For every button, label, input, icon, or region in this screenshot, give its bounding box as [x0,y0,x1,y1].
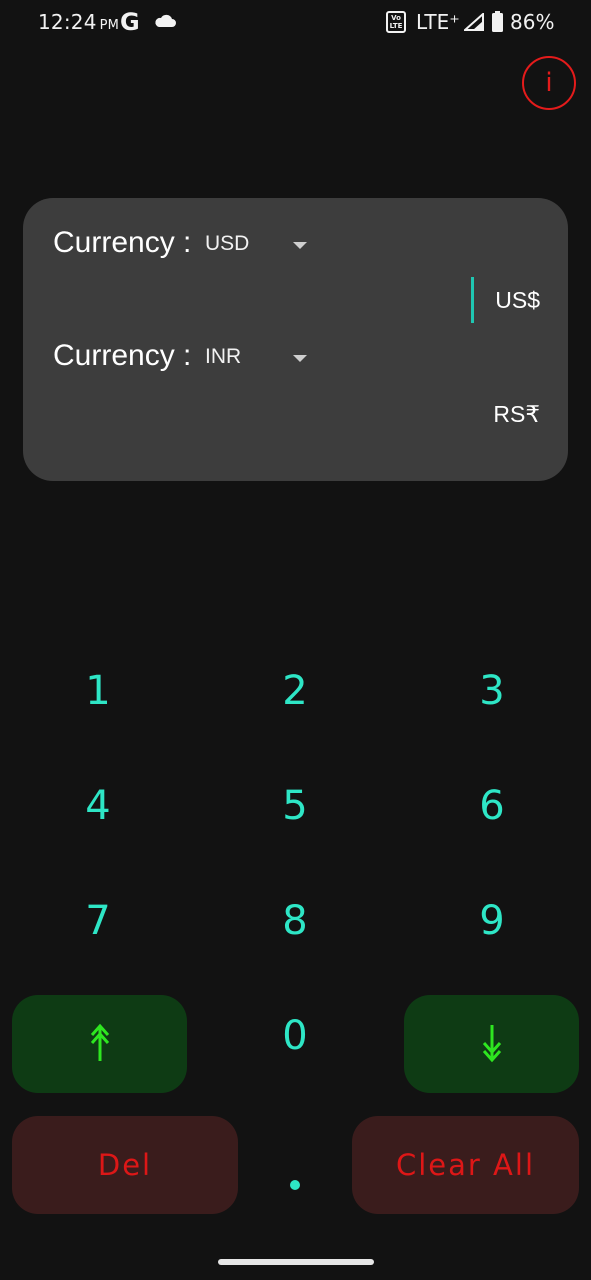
key-0[interactable]: 0 [235,996,355,1076]
key-8[interactable]: 8 [235,881,355,961]
signal-icon [464,13,484,31]
from-currency-value: USD [205,232,250,255]
arrow-down-icon [482,1025,502,1063]
cloud-icon [155,14,176,27]
clear-all-button[interactable]: Clear All [352,1116,579,1214]
key-3[interactable]: 3 [432,651,552,731]
key-5[interactable]: 5 [235,766,355,846]
swap-up-button[interactable] [12,995,187,1093]
swap-down-button[interactable] [404,995,579,1093]
from-amount-text: US$ [495,287,540,313]
key-1[interactable]: 1 [38,651,158,731]
key-6[interactable]: 6 [432,766,552,846]
key-2[interactable]: 2 [235,651,355,731]
text-cursor [471,277,474,323]
info-button[interactable]: i [522,56,576,110]
to-currency-dropdown[interactable]: INR [205,339,315,379]
google-icon: G [120,8,140,36]
key-7[interactable]: 7 [38,881,158,961]
status-bar: 12:24 PM G Vo LTE LTE⁺ 86% [0,0,591,46]
decimal-key[interactable] [275,1150,315,1220]
home-indicator[interactable] [218,1259,374,1265]
converter-card: Currency : USD US$ Currency : INR RS₹ [23,198,568,481]
battery-percentage: 86% [510,10,555,34]
key-9[interactable]: 9 [432,881,552,961]
to-amount-text: RS₹ [493,401,540,427]
status-time-value: 12:24 [38,10,97,34]
dropdown-arrow-icon [293,355,307,362]
from-currency-label: Currency : [53,226,192,259]
app-screen: 12:24 PM G Vo LTE LTE⁺ 86% i Currency : U… [0,0,591,1280]
status-time: 12:24 PM [38,10,119,34]
to-amount-field[interactable]: RS₹ [340,391,540,437]
key-4[interactable]: 4 [38,766,158,846]
from-currency-dropdown[interactable]: USD [205,226,315,266]
to-currency-label: Currency : [53,339,192,372]
network-type: LTE⁺ [416,10,460,34]
status-time-ampm: PM [99,18,120,33]
to-currency-value: INR [205,345,242,368]
delete-button[interactable]: Del [12,1116,238,1214]
dropdown-arrow-icon [293,242,307,249]
decimal-dot [290,1180,300,1190]
from-amount-field[interactable]: US$ [340,277,540,323]
arrow-up-icon [90,1023,110,1061]
battery-icon [492,11,503,32]
volte-icon: Vo LTE [386,11,406,33]
